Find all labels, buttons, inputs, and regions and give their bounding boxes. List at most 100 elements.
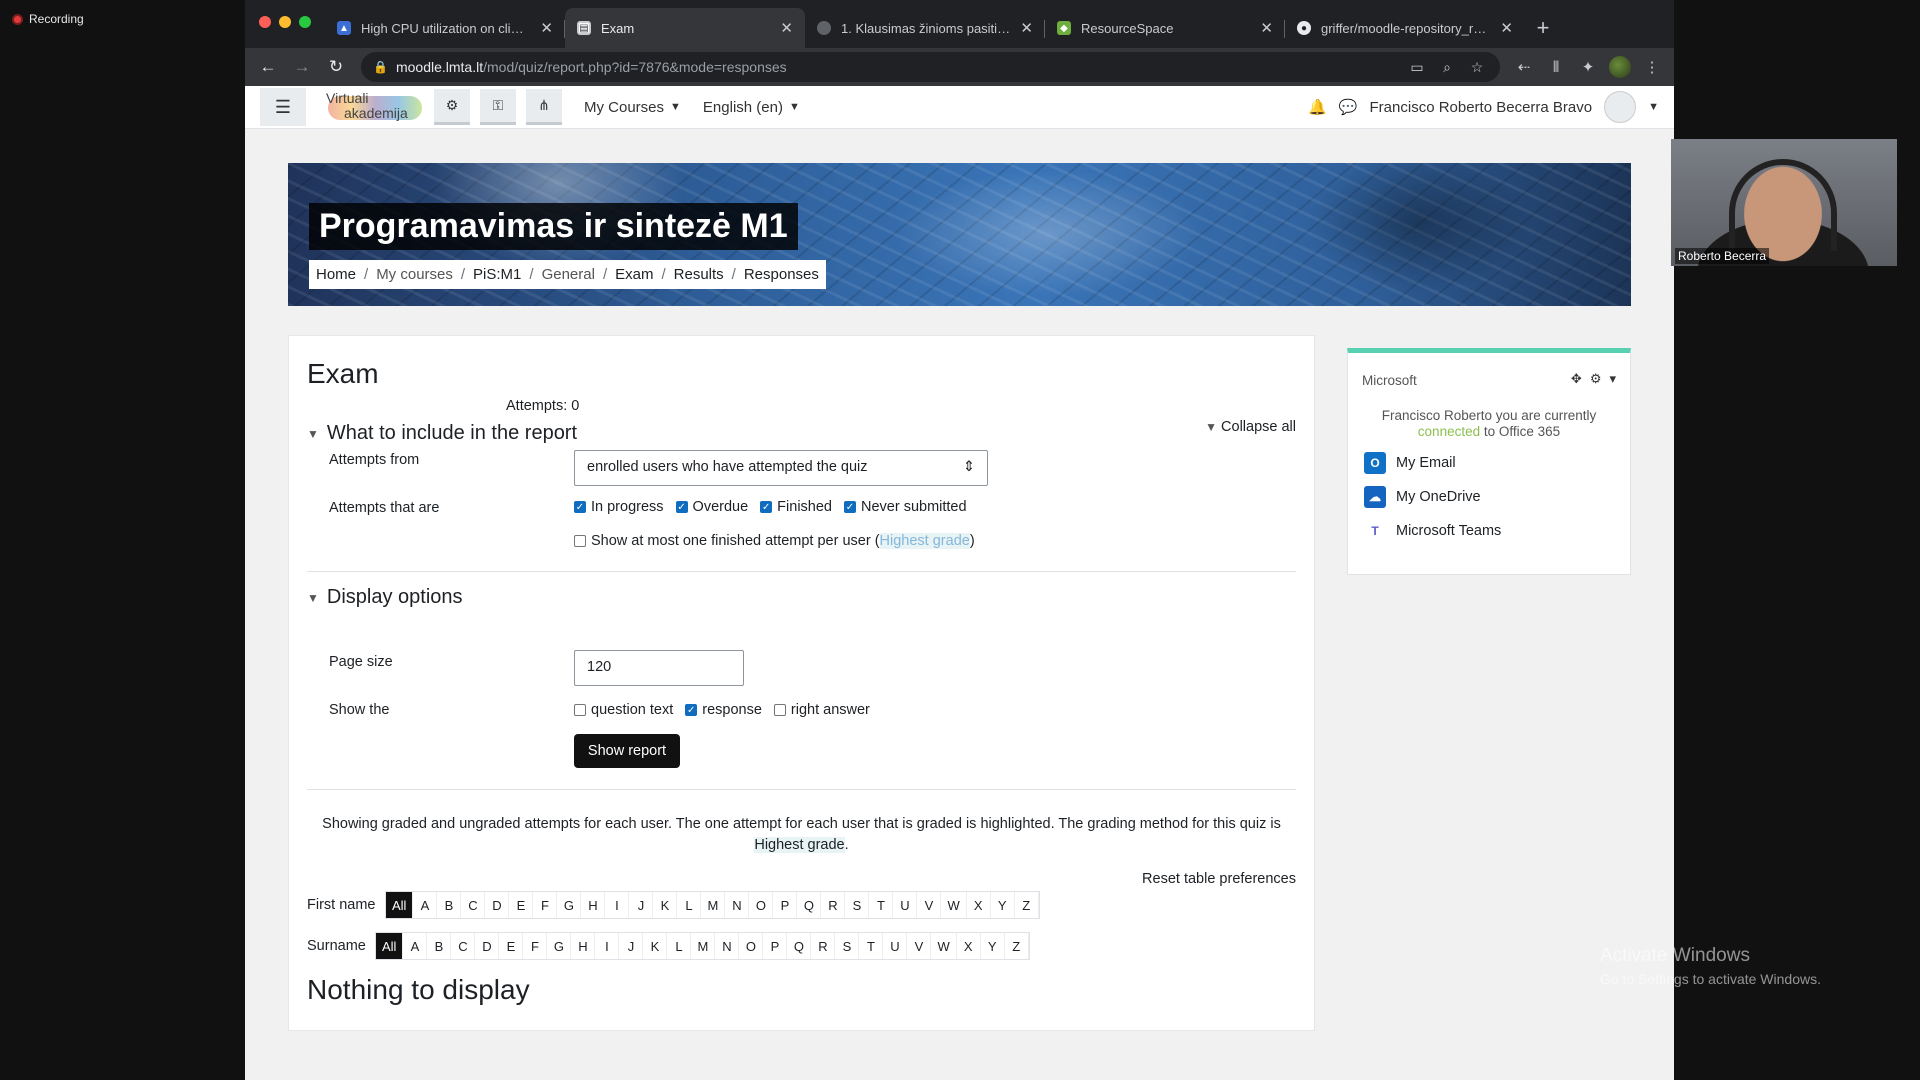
surname-letter-f[interactable]: F: [523, 933, 548, 959]
first-name-letter-y[interactable]: Y: [991, 892, 1015, 918]
highest-grade-link[interactable]: Highest grade: [879, 533, 970, 549]
key-icon[interactable]: ⚿: [480, 89, 516, 125]
surname-letter-c[interactable]: C: [451, 933, 476, 959]
back-icon[interactable]: ←: [253, 52, 283, 82]
show-report-button[interactable]: Show report: [574, 734, 680, 768]
forward-icon[interactable]: →: [287, 52, 317, 82]
sitemap-icon[interactable]: ⋔: [526, 89, 562, 125]
tab-cpu[interactable]: ▲ High CPU utilization on client us ✕: [325, 8, 565, 48]
surname-letter-s[interactable]: S: [835, 933, 860, 959]
breadcrumb-general[interactable]: General: [542, 266, 595, 283]
checkbox-response[interactable]: ✓ response: [685, 702, 762, 718]
move-icon[interactable]: ✥: [1571, 371, 1582, 387]
surname-letter-z[interactable]: Z: [1005, 933, 1029, 959]
first-name-letter-r[interactable]: R: [821, 892, 846, 918]
surname-letter-h[interactable]: H: [571, 933, 596, 959]
surname-letter-j[interactable]: J: [619, 933, 644, 959]
surname-letter-b[interactable]: B: [427, 933, 452, 959]
drawer-toggle-icon[interactable]: ☰: [260, 88, 306, 126]
profile-avatar[interactable]: [1606, 53, 1634, 81]
chevron-down-icon[interactable]: ▾: [1609, 371, 1616, 387]
surname-letter-p[interactable]: P: [763, 933, 788, 959]
address-bar[interactable]: 🔒 moodle.lmta.lt/mod/quiz/report.php?id=…: [361, 52, 1500, 82]
first-name-letter-l[interactable]: L: [677, 892, 702, 918]
browser-menu-icon[interactable]: ⋮: [1638, 53, 1666, 81]
tab-exam[interactable]: ▤ Exam ✕: [565, 8, 805, 48]
my-courses-menu[interactable]: My Courses ▼: [584, 99, 681, 116]
user-avatar[interactable]: [1604, 91, 1637, 123]
first-name-letter-m[interactable]: M: [701, 892, 726, 918]
user-name[interactable]: Francisco Roberto Becerra Bravo: [1370, 99, 1593, 116]
first-name-letter-k[interactable]: K: [653, 892, 678, 918]
gear-icon[interactable]: ⚙: [1590, 371, 1602, 387]
chat-bubble-icon[interactable]: 💬: [1339, 98, 1358, 116]
bell-icon[interactable]: 🔔: [1308, 98, 1327, 116]
new-tab-button[interactable]: +: [1525, 8, 1561, 48]
cast-icon[interactable]: ▭: [1406, 59, 1428, 76]
first-name-letter-p[interactable]: P: [773, 892, 798, 918]
surname-letter-m[interactable]: M: [691, 933, 716, 959]
checkbox-overdue[interactable]: ✓ Overdue: [675, 499, 748, 515]
first-name-letter-s[interactable]: S: [845, 892, 870, 918]
surname-letter-n[interactable]: N: [715, 933, 740, 959]
surname-letter-y[interactable]: Y: [981, 933, 1005, 959]
close-tab-icon[interactable]: ✕: [780, 19, 793, 37]
surname-letter-i[interactable]: I: [595, 933, 620, 959]
collapse-all-link[interactable]: ▼ Collapse all: [1205, 419, 1296, 435]
first-name-letter-z[interactable]: Z: [1015, 892, 1039, 918]
attempts-from-select[interactable]: enrolled users who have attempted the qu…: [574, 450, 988, 486]
breadcrumb-course[interactable]: PiS:M1: [473, 266, 521, 283]
language-menu[interactable]: English (en) ▼: [703, 99, 800, 116]
bookmark-star-icon[interactable]: ☆: [1466, 59, 1488, 76]
first-name-letter-c[interactable]: C: [461, 892, 486, 918]
surname-letter-d[interactable]: D: [475, 933, 500, 959]
section-display-options[interactable]: ▼ Display options: [307, 586, 463, 609]
reload-icon[interactable]: ↻: [321, 52, 351, 82]
first-name-letter-a[interactable]: A: [413, 892, 438, 918]
breadcrumb-exam[interactable]: Exam: [615, 266, 653, 283]
settings-cogs-icon[interactable]: ⚙: [434, 89, 470, 125]
surname-letter-u[interactable]: U: [883, 933, 908, 959]
first-name-letter-d[interactable]: D: [485, 892, 510, 918]
first-name-letter-i[interactable]: I: [605, 892, 630, 918]
close-tab-icon[interactable]: ✕: [1020, 19, 1033, 37]
checkbox-never-submitted[interactable]: ✓ Never submitted: [843, 499, 967, 515]
site-logo[interactable]: Virtuali akademija: [326, 90, 424, 124]
surname-letter-k[interactable]: K: [643, 933, 668, 959]
surname-letter-q[interactable]: Q: [787, 933, 812, 959]
close-window-button[interactable]: [259, 16, 271, 28]
first-name-letter-v[interactable]: V: [917, 892, 942, 918]
surname-letter-v[interactable]: V: [907, 933, 932, 959]
tab-resourcespace[interactable]: ◆ ResourceSpace ✕: [1045, 8, 1285, 48]
surname-letter-g[interactable]: G: [547, 933, 572, 959]
maximize-window-button[interactable]: [299, 16, 311, 28]
checkbox-right-answer[interactable]: right answer: [773, 702, 870, 718]
surname-letter-r[interactable]: R: [811, 933, 836, 959]
first-name-letter-w[interactable]: W: [941, 892, 967, 918]
url-text[interactable]: moodle.lmta.lt/mod/quiz/report.php?id=78…: [396, 59, 1398, 75]
surname-letter-o[interactable]: O: [739, 933, 764, 959]
checkbox-one-attempt[interactable]: Show at most one finished attempt per us…: [574, 533, 880, 549]
first-name-letter-n[interactable]: N: [725, 892, 750, 918]
surname-letter-e[interactable]: E: [499, 933, 524, 959]
checkbox-finished[interactable]: ✓ Finished: [760, 499, 832, 515]
first-name-letter-b[interactable]: B: [437, 892, 462, 918]
user-menu-caret-icon[interactable]: ▼: [1648, 101, 1659, 113]
first-name-letter-q[interactable]: Q: [797, 892, 822, 918]
surname-letter-all[interactable]: All: [376, 933, 404, 959]
extensions-puzzle-icon[interactable]: ✦: [1574, 53, 1602, 81]
first-name-letter-all[interactable]: All: [386, 892, 414, 918]
microsoft-teams-link[interactable]: T Microsoft Teams: [1364, 520, 1501, 542]
first-name-letter-o[interactable]: O: [749, 892, 774, 918]
tab-github[interactable]: ● griffer/moodle-repository_reso ✕: [1285, 8, 1525, 48]
attempts-count[interactable]: Attempts: 0: [506, 398, 579, 414]
surname-letter-x[interactable]: X: [957, 933, 981, 959]
checkbox-in-progress[interactable]: ✓ In progress: [574, 499, 664, 515]
extension-bars-icon[interactable]: ⦀: [1542, 53, 1570, 81]
zoom-icon[interactable]: ⌕: [1436, 59, 1458, 76]
reset-table-preferences-link[interactable]: Reset table preferences: [1142, 871, 1296, 887]
first-name-letter-t[interactable]: T: [869, 892, 894, 918]
grading-method-link[interactable]: Highest grade: [754, 837, 845, 853]
first-name-letter-u[interactable]: U: [893, 892, 918, 918]
surname-letter-l[interactable]: L: [667, 933, 692, 959]
